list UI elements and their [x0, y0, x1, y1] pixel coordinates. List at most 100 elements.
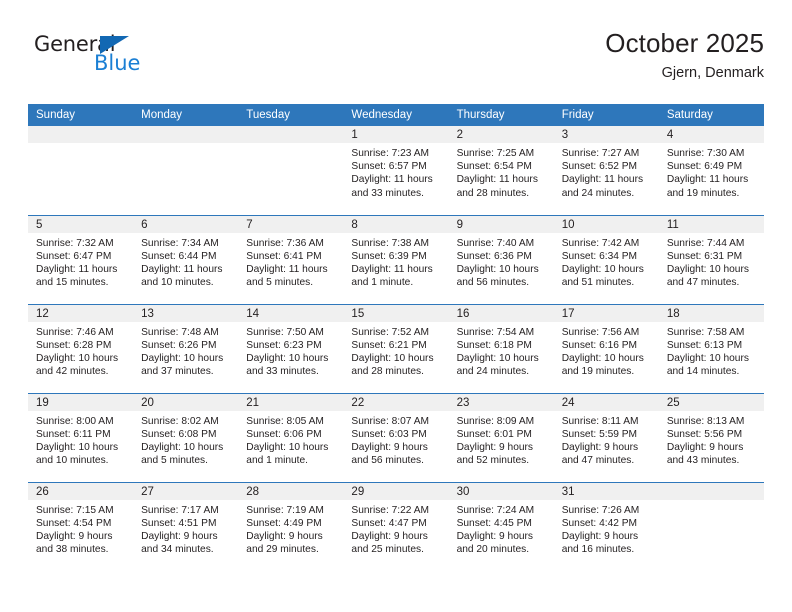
calendar-day-cell[interactable]: 31 Sunrise: 7:26 AM Sunset: 4:42 PM Dayligh… — [553, 481, 659, 571]
day-details: Sunrise: 8:00 AM Sunset: 6:11 PM Daylight:… — [28, 411, 133, 468]
sunrise-text: Sunrise: 8:05 AM — [246, 415, 324, 427]
day-details: Sunrise: 7:54 AM Sunset: 6:18 PM Daylight:… — [449, 322, 554, 379]
sunrise-text: Sunrise: 7:22 AM — [351, 504, 430, 516]
calendar-day-cell[interactable]: 27 Sunrise: 7:17 AM Sunset: 4:51 PM Dayligh… — [133, 481, 239, 571]
sunrise-text: Sunrise: 7:24 AM — [456, 504, 535, 516]
calendar-day-cell[interactable]: 21 Sunrise: 8:05 AM Sunset: 6:06 PM Dayligh… — [238, 392, 344, 482]
sunset-text: Sunset: 4:51 PM — [141, 517, 217, 529]
sunrise-text: Sunrise: 8:09 AM — [456, 415, 535, 427]
daylight-text: Daylight: 9 hours and 29 minutes. — [246, 530, 323, 556]
day-details: Sunrise: 8:11 AM Sunset: 5:59 PM Daylight:… — [554, 411, 659, 468]
calendar-day-cell[interactable]: 13 Sunrise: 7:48 AM Sunset: 6:26 PM Dayligh… — [133, 303, 239, 393]
day-details: Sunrise: 8:05 AM Sunset: 6:06 PM Daylight:… — [238, 411, 343, 468]
day-number: 7 — [238, 215, 344, 233]
calendar-day-cell-empty — [658, 481, 764, 571]
brand-logo[interactable]: General Blue — [34, 34, 194, 90]
calendar-day-cell[interactable]: 25 Sunrise: 8:13 AM Sunset: 5:56 PM Dayligh… — [658, 392, 764, 482]
daylight-text: Daylight: 11 hours and 15 minutes. — [36, 263, 118, 289]
calendar-day-cell[interactable]: 15 Sunrise: 7:52 AM Sunset: 6:21 PM Dayligh… — [343, 303, 449, 393]
calendar-day-cell[interactable]: 24 Sunrise: 8:11 AM Sunset: 5:59 PM Dayligh… — [553, 392, 659, 482]
daylight-text: Daylight: 10 hours and 56 minutes. — [456, 263, 539, 289]
sunrise-text: Sunrise: 7:17 AM — [141, 504, 219, 516]
calendar-day-cell[interactable]: 22 Sunrise: 8:07 AM Sunset: 6:03 PM Dayligh… — [343, 392, 449, 482]
sunrise-text: Sunrise: 7:25 AM — [456, 148, 535, 159]
sunset-text: Sunset: 6:47 PM — [36, 250, 112, 262]
sunset-text: Sunset: 6:21 PM — [351, 339, 427, 351]
daylight-text: Daylight: 11 hours and 24 minutes. — [561, 174, 644, 199]
day-number: 26 — [28, 482, 134, 500]
day-details: Sunrise: 7:38 AM Sunset: 6:39 PM Daylight:… — [343, 233, 448, 290]
day-number: 9 — [448, 215, 554, 233]
day-number: 19 — [28, 393, 134, 411]
sunrise-text: Sunrise: 7:42 AM — [561, 237, 640, 249]
calendar-day-cell[interactable]: 18 Sunrise: 7:58 AM Sunset: 6:13 PM Dayligh… — [658, 303, 764, 393]
calendar-day-cell[interactable]: 1 Sunrise: 7:23 AM Sunset: 6:57 PM Daylight… — [343, 126, 449, 215]
day-details: Sunrise: 7:15 AM Sunset: 4:54 PM Daylight:… — [28, 500, 133, 557]
sunset-text: Sunset: 6:54 PM — [456, 161, 532, 173]
sunset-text: Sunset: 6:16 PM — [561, 339, 638, 351]
calendar-day-cell[interactable]: 28 Sunrise: 7:19 AM Sunset: 4:49 PM Dayligh… — [238, 481, 344, 571]
calendar-day-cell[interactable]: 26 Sunrise: 7:15 AM Sunset: 4:54 PM Dayligh… — [28, 481, 134, 571]
daylight-text: Daylight: 9 hours and 34 minutes. — [141, 530, 218, 556]
sunrise-text: Sunrise: 7:23 AM — [351, 148, 430, 159]
daylight-text: Daylight: 10 hours and 51 minutes. — [561, 263, 644, 289]
weekday-header-thursday: Thursday — [448, 104, 554, 126]
calendar-day-cell[interactable]: 19 Sunrise: 8:00 AM Sunset: 6:11 PM Dayligh… — [28, 392, 134, 482]
sunrise-text: Sunrise: 7:48 AM — [141, 326, 219, 338]
day-number: 13 — [133, 304, 239, 322]
sunset-text: Sunset: 6:36 PM — [456, 250, 532, 262]
day-details: Sunrise: 8:07 AM Sunset: 6:03 PM Daylight:… — [343, 411, 448, 468]
day-details: Sunrise: 7:34 AM Sunset: 6:44 PM Daylight:… — [133, 233, 238, 290]
daylight-text: Daylight: 10 hours and 5 minutes. — [141, 441, 224, 467]
calendar-day-cell[interactable]: 5 Sunrise: 7:32 AM Sunset: 6:47 PM Daylight… — [28, 214, 134, 304]
daylight-text: Daylight: 9 hours and 43 minutes. — [666, 441, 744, 467]
daylight-text: Daylight: 10 hours and 33 minutes. — [246, 352, 329, 378]
page-title: October 2025 — [605, 28, 764, 58]
sunset-text: Sunset: 6:57 PM — [351, 161, 427, 173]
calendar-day-cell[interactable]: 12 Sunrise: 7:46 AM Sunset: 6:28 PM Dayligh… — [28, 303, 134, 393]
day-details: Sunrise: 7:40 AM Sunset: 6:36 PM Daylight:… — [449, 233, 554, 290]
sunrise-text: Sunrise: 7:26 AM — [561, 504, 640, 516]
day-number: 8 — [343, 215, 449, 233]
calendar-day-cell[interactable]: 17 Sunrise: 7:56 AM Sunset: 6:16 PM Dayligh… — [553, 303, 659, 393]
sunrise-text: Sunrise: 7:40 AM — [456, 237, 535, 249]
daylight-text: Daylight: 11 hours and 33 minutes. — [351, 174, 433, 199]
day-number: 10 — [553, 215, 659, 233]
calendar-day-cell[interactable]: 2 Sunrise: 7:25 AM Sunset: 6:54 PM Daylight… — [448, 126, 554, 215]
weekday-header-saturday: Saturday — [658, 104, 764, 126]
sunrise-text: Sunrise: 7:50 AM — [246, 326, 324, 338]
day-number: 16 — [448, 304, 554, 322]
sunset-text: Sunset: 5:56 PM — [666, 428, 743, 440]
calendar-day-cell[interactable]: 6 Sunrise: 7:34 AM Sunset: 6:44 PM Daylight… — [133, 214, 239, 304]
daylight-text: Daylight: 11 hours and 5 minutes. — [246, 263, 328, 289]
calendar-day-cell[interactable]: 8 Sunrise: 7:38 AM Sunset: 6:39 PM Daylight… — [343, 214, 449, 304]
calendar-day-cell[interactable]: 11 Sunrise: 7:44 AM Sunset: 6:31 PM Dayligh… — [658, 214, 764, 304]
calendar-day-cell[interactable]: 30 Sunrise: 7:24 AM Sunset: 4:45 PM Dayligh… — [448, 481, 554, 571]
day-number — [238, 126, 344, 143]
day-number: 28 — [238, 482, 344, 500]
daylight-text: Daylight: 10 hours and 28 minutes. — [351, 352, 434, 378]
calendar-day-cell[interactable]: 10 Sunrise: 7:42 AM Sunset: 6:34 PM Dayligh… — [553, 214, 659, 304]
day-number: 3 — [553, 126, 659, 143]
calendar-day-cell[interactable]: 7 Sunrise: 7:36 AM Sunset: 6:41 PM Daylight… — [238, 214, 344, 304]
day-number: 29 — [343, 482, 449, 500]
calendar-day-cell[interactable]: 9 Sunrise: 7:40 AM Sunset: 6:36 PM Daylight… — [448, 214, 554, 304]
day-number: 11 — [658, 215, 764, 233]
day-details: Sunrise: 7:30 AM Sunset: 6:49 PM Daylight:… — [659, 143, 764, 200]
calendar-day-cell[interactable]: 14 Sunrise: 7:50 AM Sunset: 6:23 PM Dayligh… — [238, 303, 344, 393]
day-details: Sunrise: 7:25 AM Sunset: 6:54 PM Daylight:… — [449, 143, 554, 200]
calendar-day-cell[interactable]: 4 Sunrise: 7:30 AM Sunset: 6:49 PM Daylight… — [658, 126, 764, 215]
calendar-day-cell[interactable]: 16 Sunrise: 7:54 AM Sunset: 6:18 PM Dayligh… — [448, 303, 554, 393]
calendar-day-cell[interactable]: 3 Sunrise: 7:27 AM Sunset: 6:52 PM Daylight… — [553, 126, 659, 215]
calendar-day-cell[interactable]: 20 Sunrise: 8:02 AM Sunset: 6:08 PM Dayligh… — [133, 392, 239, 482]
calendar-week-row: 19 Sunrise: 8:00 AM Sunset: 6:11 PM Dayligh… — [28, 392, 764, 482]
daylight-text: Daylight: 11 hours and 19 minutes. — [666, 174, 749, 199]
daylight-text: Daylight: 9 hours and 56 minutes. — [351, 441, 428, 467]
day-number: 22 — [343, 393, 449, 411]
calendar-day-cell[interactable]: 23 Sunrise: 8:09 AM Sunset: 6:01 PM Dayligh… — [448, 392, 554, 482]
day-details: Sunrise: 7:44 AM Sunset: 6:31 PM Daylight:… — [659, 233, 764, 290]
day-details: Sunrise: 7:23 AM Sunset: 6:57 PM Daylight:… — [343, 143, 448, 200]
day-number: 15 — [343, 304, 449, 322]
calendar-week-row: 1 Sunrise: 7:23 AM Sunset: 6:57 PM Daylight… — [28, 126, 764, 215]
calendar-day-cell[interactable]: 29 Sunrise: 7:22 AM Sunset: 4:47 PM Dayligh… — [343, 481, 449, 571]
